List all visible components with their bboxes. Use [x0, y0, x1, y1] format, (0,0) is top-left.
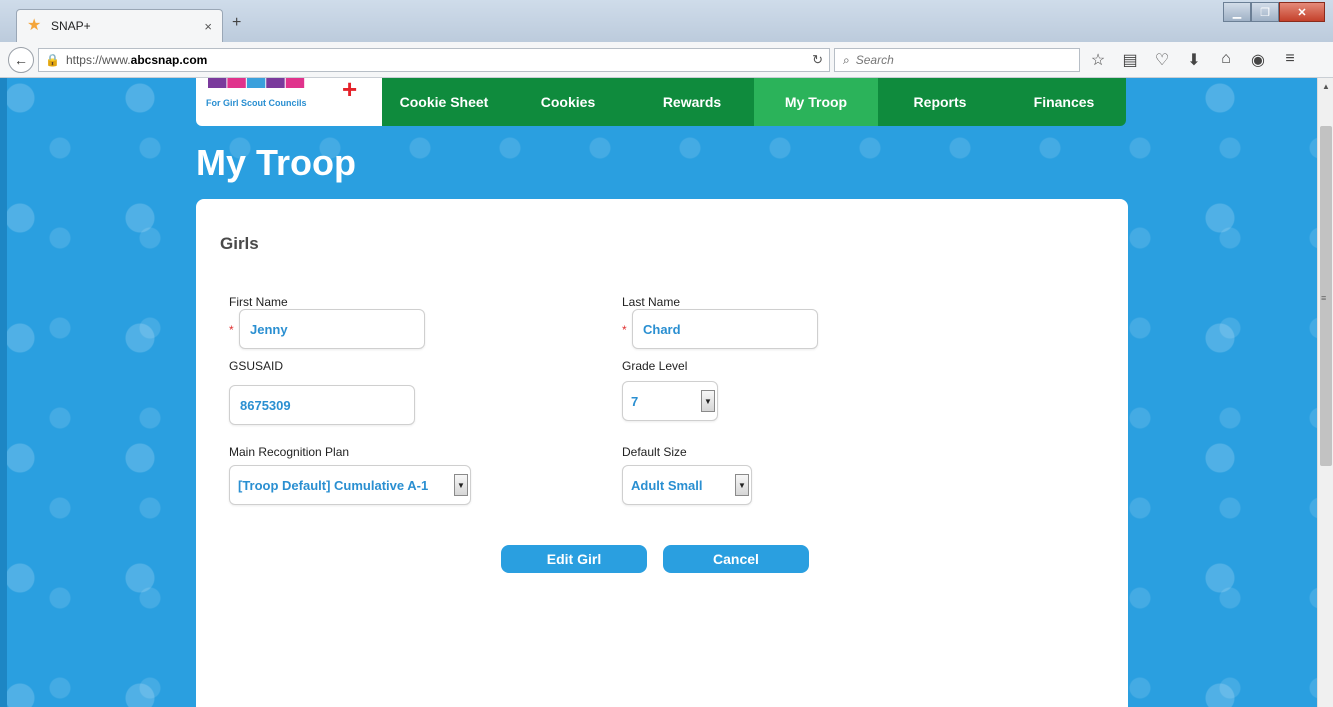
logo-plus-icon: + — [342, 78, 358, 104]
nav-reports[interactable]: Reports — [878, 78, 1002, 126]
new-tab-button[interactable]: + — [232, 14, 241, 32]
chevron-down-icon[interactable]: ▼ — [454, 474, 468, 496]
bookmarks-list-icon[interactable]: ▤ — [1120, 50, 1140, 70]
main-navigation: Cookie Sheet Cookies Rewards My Troop Re… — [382, 78, 1126, 126]
back-button[interactable]: ← — [8, 47, 34, 73]
page-viewport: ▀▀▀▀▀ + For Girl Scout Councils Cookie S… — [0, 78, 1317, 707]
nav-rewards[interactable]: Rewards — [630, 78, 754, 126]
search-input[interactable]: ⌕ Search — [834, 48, 1080, 72]
window-titlebar: ★ SNAP+ × + ▁ ❐ ✕ — [0, 0, 1333, 42]
edit-girl-button[interactable]: Edit Girl — [501, 545, 647, 573]
nav-cookie-sheet[interactable]: Cookie Sheet — [382, 78, 506, 126]
search-placeholder: Search — [855, 53, 894, 67]
last-name-field[interactable]: Chard — [632, 309, 818, 349]
page-title: My Troop — [196, 142, 356, 183]
recognition-plan-value: [Troop Default] Cumulative A-1 — [238, 477, 429, 493]
first-name-required-mark: * — [229, 323, 234, 337]
browser-toolbar-icons: ☆ ▤ ♡ ⬇ ⌂ ◉ ≡ — [1088, 50, 1300, 70]
recognition-plan-label: Main Recognition Plan — [229, 445, 350, 459]
tab-title: SNAP+ — [51, 19, 91, 33]
nav-cookies[interactable]: Cookies — [506, 78, 630, 126]
cancel-button[interactable]: Cancel — [663, 545, 809, 573]
bookmark-star-icon[interactable]: ☆ — [1088, 50, 1108, 70]
logo-tagline: For Girl Scout Councils — [206, 98, 307, 108]
scroll-grip-icon: ≡ — [1321, 293, 1327, 303]
search-icon: ⌕ — [843, 52, 850, 67]
grade-level-label: Grade Level — [622, 359, 688, 373]
url-domain: abcsnap.com — [130, 53, 208, 67]
home-icon[interactable]: ⌂ — [1216, 50, 1236, 70]
snap-logo[interactable]: ▀▀▀▀▀ + For Girl Scout Councils — [196, 78, 382, 126]
chevron-down-icon[interactable]: ▼ — [701, 390, 715, 412]
last-name-required-mark: * — [622, 323, 627, 337]
last-name-label: Last Name — [622, 295, 681, 309]
section-title: Girls — [220, 234, 259, 253]
minimize-button[interactable]: ▁ — [1223, 2, 1251, 22]
page-scrollbar[interactable]: ▲ ≡ — [1317, 78, 1333, 707]
url-prefix: https://www. — [65, 53, 131, 67]
browser-navbar: ← 🔒 https://www. abcsnap.com ↻ ⌕ Search ☆… — [0, 42, 1333, 78]
pocket-icon[interactable]: ♡ — [1152, 50, 1172, 70]
default-size-select[interactable]: Adult Small ▼ — [622, 465, 752, 505]
menu-icon[interactable]: ≡ — [1280, 50, 1300, 70]
address-bar[interactable]: 🔒 https://www. abcsnap.com ↻ — [38, 48, 830, 72]
gsusaid-label: GSUSAID — [229, 359, 284, 373]
tab-close-icon[interactable]: × — [204, 19, 212, 34]
chat-icon[interactable]: ◉ — [1248, 50, 1268, 70]
grade-level-value: 7 — [631, 393, 639, 409]
star-favicon-icon: ★ — [27, 17, 42, 34]
recognition-plan-select[interactable]: [Troop Default] Cumulative A-1 ▼ — [229, 465, 471, 505]
window-controls: ▁ ❐ ✕ — [1223, 2, 1325, 22]
lock-icon: 🔒 — [45, 53, 60, 67]
first-name-label: First Name — [229, 295, 288, 309]
maximize-button[interactable]: ❐ — [1251, 2, 1279, 22]
default-size-label: Default Size — [622, 445, 687, 459]
left-edge-shadow — [0, 78, 7, 707]
grade-level-select[interactable]: 7 ▼ — [622, 381, 718, 421]
nav-finances[interactable]: Finances — [1002, 78, 1126, 126]
nav-my-troop[interactable]: My Troop — [754, 78, 878, 126]
chevron-down-icon[interactable]: ▼ — [735, 474, 749, 496]
browser-tab[interactable]: ★ SNAP+ × — [16, 9, 223, 42]
scroll-up-icon[interactable]: ▲ — [1322, 82, 1330, 91]
downloads-icon[interactable]: ⬇ — [1184, 50, 1204, 70]
girl-form-panel: Girls First Name * Jenny Last Name * Cha… — [196, 199, 1128, 707]
close-window-button[interactable]: ✕ — [1279, 2, 1325, 22]
gsusaid-field[interactable]: 8675309 — [229, 385, 415, 425]
default-size-value: Adult Small — [631, 477, 703, 493]
reload-icon[interactable]: ↻ — [812, 52, 823, 68]
first-name-field[interactable]: Jenny — [239, 309, 425, 349]
